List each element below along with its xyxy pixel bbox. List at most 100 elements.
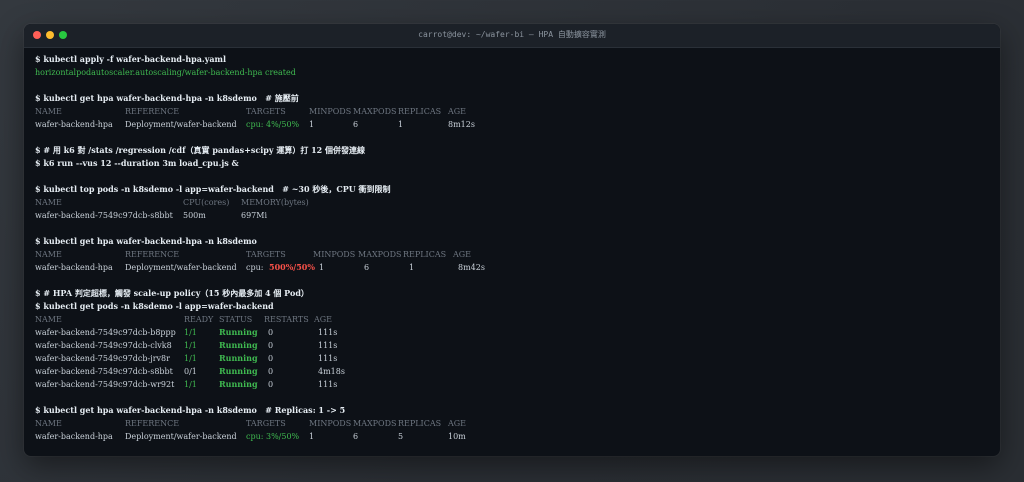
- header-age: AGE: [453, 250, 472, 259]
- header-maxpods: MAXPODS: [353, 419, 397, 428]
- header-reference: REFERENCE: [125, 250, 180, 259]
- cell-memory: 697Mi: [241, 211, 268, 220]
- cell-age: 111s: [318, 380, 338, 389]
- cell-status: Running: [219, 340, 258, 350]
- table-row: wafer-backend-7549c97dcb-b8ppp 1/1 Runni…: [35, 326, 989, 339]
- cell-name: wafer-backend-hpa: [35, 120, 113, 129]
- cell-targets-label: cpu:: [246, 263, 266, 272]
- command-line: $ kubectl top pods -n k8sdemo -l app=waf…: [35, 184, 391, 194]
- terminal-window: carrot@dev: ~/wafer-bi — HPA 自動擴容實測 $ ku…: [24, 24, 1000, 456]
- header-targets: TARGETS: [246, 250, 286, 259]
- header-status: STATUS: [219, 315, 253, 324]
- table-header: NAME REFERENCE TARGETS MINPODS MAXPODS R…: [35, 248, 989, 261]
- cell-replicas: 1: [398, 120, 404, 129]
- cell-age: 8m12s: [448, 120, 475, 129]
- header-restarts: RESTARTS: [264, 315, 309, 324]
- cell-restarts: 0: [268, 341, 274, 350]
- cell-name: wafer-backend-7549c97dcb-s8bbt: [35, 367, 173, 376]
- cell-status: Running: [219, 379, 258, 389]
- header-memory: MEMORY(bytes): [241, 198, 309, 207]
- cell-restarts: 0: [268, 354, 274, 363]
- terminal-output[interactable]: $ kubectl apply -f wafer-backend-hpa.yam…: [35, 53, 989, 443]
- table-row: wafer-backend-7549c97dcb-jrv8r 1/1 Runni…: [35, 352, 989, 365]
- header-age: AGE: [448, 107, 467, 116]
- table-row: wafer-backend-7549c97dcb-s8bbt 0/1 Runni…: [35, 365, 989, 378]
- table-header: NAME CPU(cores) MEMORY(bytes): [35, 196, 989, 209]
- cell-restarts: 0: [268, 367, 274, 376]
- cell-replicas: 5: [398, 432, 404, 441]
- table-header: NAME REFERENCE TARGETS MINPODS MAXPODS R…: [35, 105, 989, 118]
- cell-maxpods: 6: [364, 263, 370, 272]
- cell-age: 111s: [318, 328, 338, 337]
- table-row: wafer-backend-7549c97dcb-s8bbt 500m 697M…: [35, 209, 989, 222]
- header-maxpods: MAXPODS: [358, 250, 402, 259]
- header-name: NAME: [35, 107, 62, 116]
- cell-ready: 1/1: [184, 341, 197, 350]
- table-header: NAME READY STATUS RESTARTS AGE: [35, 313, 989, 326]
- command-line: $ kubectl get pods -n k8sdemo -l app=waf…: [35, 301, 274, 311]
- cell-targets-value: 500%/50%: [269, 262, 315, 272]
- comment-line: $ # 用 k6 對 /stats /regression /cdf（真實 pa…: [35, 145, 366, 155]
- header-ready: READY: [184, 315, 214, 324]
- header-reference: REFERENCE: [125, 107, 180, 116]
- header-replicas: REPLICAS: [398, 107, 442, 116]
- cell-name: wafer-backend-hpa: [35, 263, 113, 272]
- cell-ready: 1/1: [184, 380, 197, 389]
- cell-age: 111s: [318, 341, 338, 350]
- cell-name: wafer-backend-7549c97dcb-s8bbt: [35, 211, 173, 220]
- header-name: NAME: [35, 419, 62, 428]
- comment-line: $ # HPA 判定超標，觸發 scale-up policy（15 秒內最多加…: [35, 288, 309, 298]
- cell-status: Running: [219, 327, 258, 337]
- table-row: wafer-backend-hpa Deployment/wafer-backe…: [35, 430, 989, 443]
- command-line: $ k6 run --vus 12 --duration 3m load_cpu…: [35, 158, 239, 168]
- header-cpu: CPU(cores): [183, 198, 230, 207]
- cell-minpods: 1: [309, 432, 315, 441]
- table-header: NAME REFERENCE TARGETS MINPODS MAXPODS R…: [35, 417, 989, 430]
- header-reference: REFERENCE: [125, 419, 180, 428]
- cell-restarts: 0: [268, 328, 274, 337]
- title-bar: carrot@dev: ~/wafer-bi — HPA 自動擴容實測: [24, 24, 1000, 48]
- command-line: $ kubectl get hpa wafer-backend-hpa -n k…: [35, 236, 257, 246]
- header-replicas: REPLICAS: [398, 419, 442, 428]
- cell-age: 4m18s: [318, 367, 345, 376]
- cell-minpods: 1: [319, 263, 325, 272]
- header-minpods: MINPODS: [313, 250, 356, 259]
- cell-status: Running: [219, 353, 258, 363]
- command-line: $ kubectl get hpa wafer-backend-hpa -n k…: [35, 93, 299, 103]
- table-row: wafer-backend-hpa Deployment/wafer-backe…: [35, 118, 989, 131]
- header-name: NAME: [35, 198, 62, 207]
- window-title: carrot@dev: ~/wafer-bi — HPA 自動擴容實測: [418, 30, 606, 39]
- cell-replicas: 1: [409, 263, 415, 272]
- header-age: AGE: [314, 315, 333, 324]
- cell-name: wafer-backend-7549c97dcb-b8ppp: [35, 328, 176, 337]
- cell-reference: Deployment/wafer-backend: [125, 120, 237, 129]
- header-targets: TARGETS: [246, 107, 286, 116]
- cell-targets: cpu: 3%/50%: [246, 432, 300, 441]
- cell-minpods: 1: [309, 120, 315, 129]
- command-line: $ kubectl apply -f wafer-backend-hpa.yam…: [35, 54, 227, 64]
- header-replicas: REPLICAS: [403, 250, 447, 259]
- table-row: wafer-backend-7549c97dcb-clvk8 1/1 Runni…: [35, 339, 989, 352]
- cell-name: wafer-backend-7549c97dcb-wr92t: [35, 380, 175, 389]
- table-row: wafer-backend-7549c97dcb-wr92t 1/1 Runni…: [35, 378, 989, 391]
- header-maxpods: MAXPODS: [353, 107, 397, 116]
- cell-cpu: 500m: [183, 211, 206, 220]
- cell-ready: 1/1: [184, 328, 197, 337]
- cell-maxpods: 6: [353, 432, 359, 441]
- cell-status: Running: [219, 366, 258, 376]
- cell-reference: Deployment/wafer-backend: [125, 263, 237, 272]
- cell-ready: 0/1: [184, 367, 197, 376]
- cell-targets: cpu: 4%/50%: [246, 120, 300, 129]
- cell-name: wafer-backend-7549c97dcb-jrv8r: [35, 354, 170, 363]
- cell-name: wafer-backend-hpa: [35, 432, 113, 441]
- table-row: wafer-backend-hpa Deployment/wafer-backe…: [35, 261, 989, 274]
- cell-reference: Deployment/wafer-backend: [125, 432, 237, 441]
- cell-age: 8m42s: [458, 263, 485, 272]
- header-targets: TARGETS: [246, 419, 286, 428]
- command-output: horizontalpodautoscaler.autoscaling/wafe…: [35, 68, 296, 77]
- cell-restarts: 0: [268, 380, 274, 389]
- header-name: NAME: [35, 315, 62, 324]
- cell-age: 111s: [318, 354, 338, 363]
- cell-age: 10m: [448, 432, 466, 441]
- header-name: NAME: [35, 250, 62, 259]
